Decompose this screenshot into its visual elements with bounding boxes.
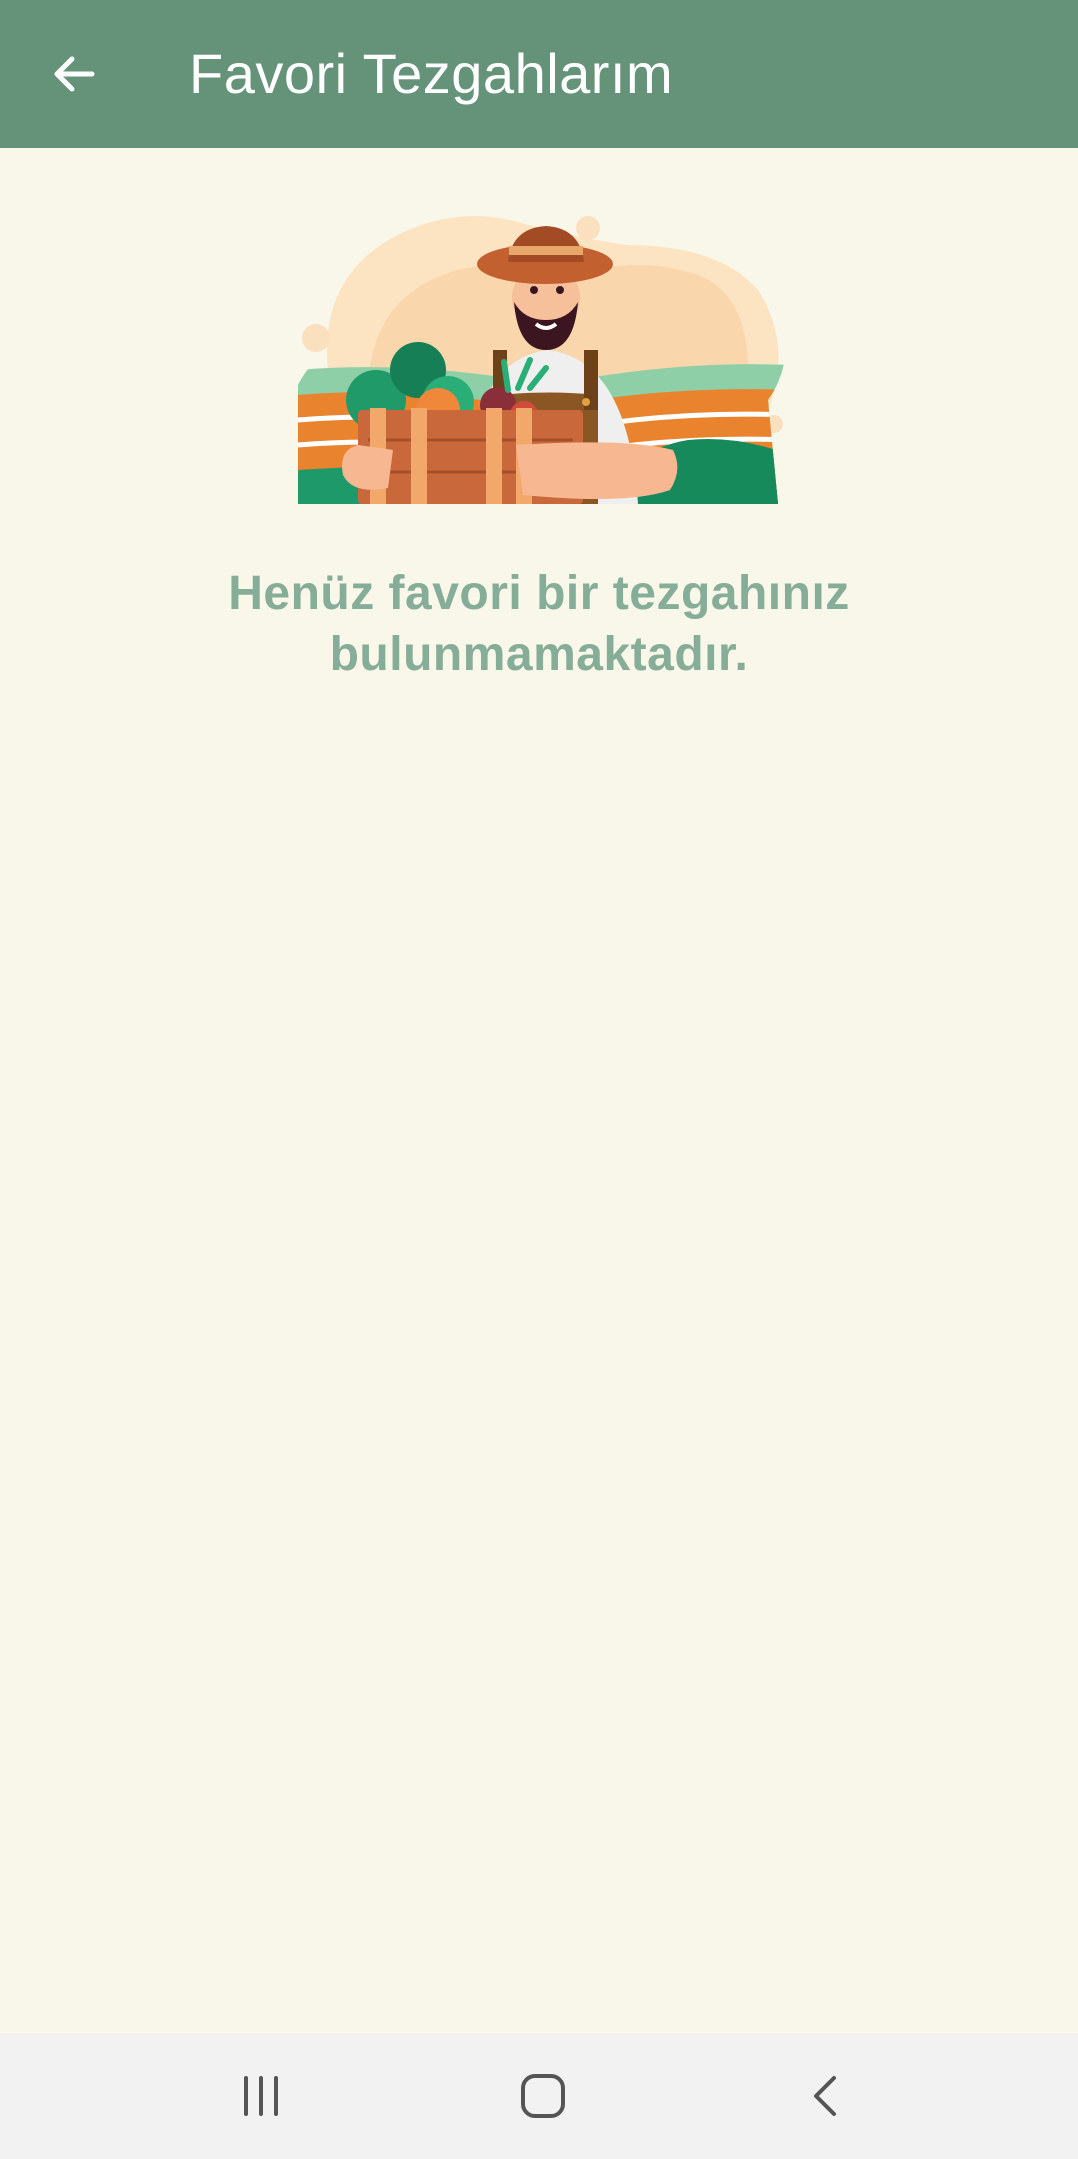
page-title: Favori Tezgahlarım <box>189 42 674 105</box>
system-navigation-bar <box>0 2033 1078 2159</box>
recent-apps-icon <box>244 2076 278 2116</box>
system-back-button[interactable] <box>786 2056 866 2136</box>
home-button[interactable] <box>503 2056 583 2136</box>
back-button[interactable] <box>34 34 114 114</box>
recent-apps-button[interactable] <box>221 2056 301 2136</box>
app-bar: Favori Tezgahlarım <box>0 0 1078 148</box>
empty-state-message: Henüz favori bir tezgahınız bulunmamakta… <box>228 567 850 681</box>
home-icon <box>521 2074 565 2118</box>
arrow-left-icon <box>54 56 95 92</box>
empty-favorites-screen: Henüz favori bir tezgahınız bulunmamakta… <box>0 148 1078 2033</box>
farmer-illustration <box>298 216 786 504</box>
back-chevron-icon <box>814 2076 836 2116</box>
